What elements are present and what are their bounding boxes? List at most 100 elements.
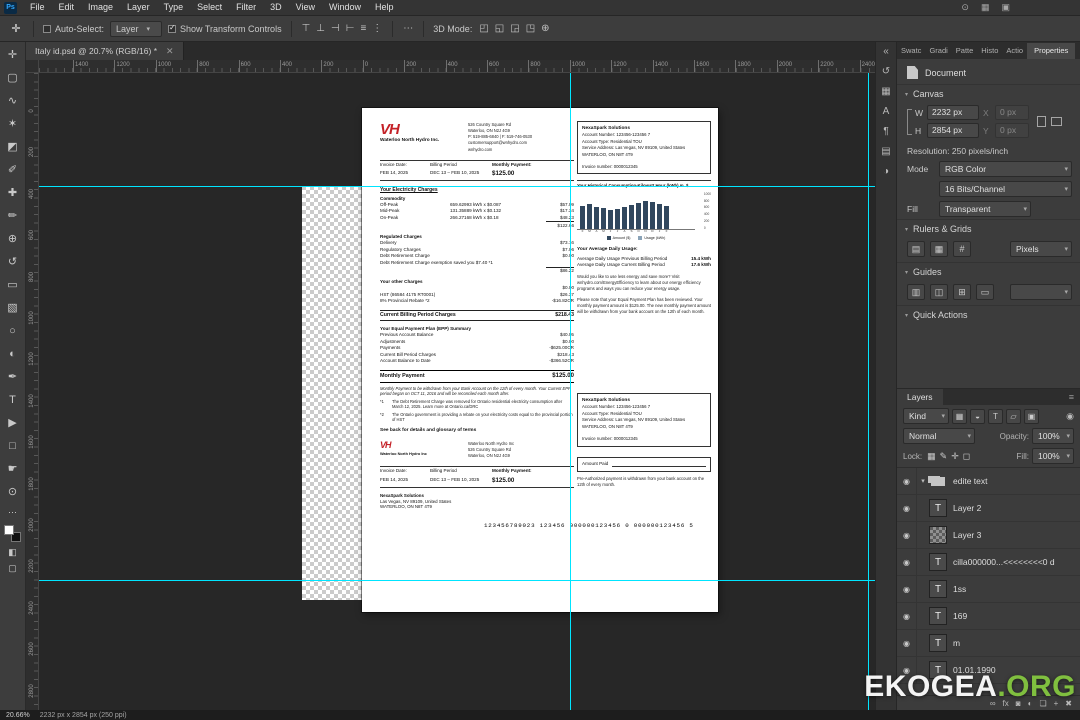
fill-dropdown[interactable]: 100% xyxy=(1032,448,1074,464)
align-icon[interactable]: ⊤ xyxy=(301,23,312,34)
3d-mode-icon[interactable]: ◰ xyxy=(478,23,489,34)
checkbox-icon[interactable] xyxy=(43,24,51,33)
adjustment-layer-icon[interactable]: ◐ xyxy=(1028,699,1033,708)
ruler-icon[interactable]: ▤ xyxy=(907,241,925,257)
quick-selection-tool[interactable]: ✶ xyxy=(1,113,25,136)
canvas-fill-dropdown[interactable]: Transparent xyxy=(939,201,1031,217)
guide-vertical[interactable] xyxy=(868,73,869,710)
panel-tab[interactable]: Histo xyxy=(977,43,1002,59)
layer-visibility-toggle[interactable]: ◉ xyxy=(903,531,910,540)
history-brush-tool[interactable]: ↺ xyxy=(1,251,25,274)
layer-visibility-toggle[interactable]: ◉ xyxy=(903,666,910,675)
layer-thumbnail[interactable] xyxy=(929,661,947,679)
path-selection-tool[interactable]: ▶ xyxy=(1,412,25,435)
align-icon[interactable]: ⋮ xyxy=(371,23,383,34)
filter-pixel-layers-icon[interactable]: ▦ xyxy=(952,408,967,424)
menu-item[interactable]: 3D xyxy=(263,0,289,15)
layer-name[interactable]: m xyxy=(953,638,960,648)
lock-position-icon[interactable]: ✛ xyxy=(950,451,960,462)
3d-mode-icon[interactable]: ◳ xyxy=(525,23,536,34)
guide-horizontal[interactable] xyxy=(39,186,875,187)
landscape-orientation-button[interactable] xyxy=(1051,117,1062,126)
filter-toggle-icon[interactable]: ◉ xyxy=(1066,411,1074,422)
opacity-dropdown[interactable]: 100% xyxy=(1032,428,1074,444)
layer-group-icon[interactable]: ❏ xyxy=(1039,699,1046,708)
lock-guides-icon[interactable]: ◫ xyxy=(930,284,948,300)
rectangle-tool[interactable]: □ xyxy=(1,435,25,458)
gradient-tool[interactable]: ▧ xyxy=(1,297,25,320)
menu-item[interactable]: View xyxy=(289,0,322,15)
align-icon[interactable]: ⊢ xyxy=(345,23,356,34)
rulers-grids-section-header[interactable]: Rulers & Grids xyxy=(897,219,1080,238)
align-icon[interactable]: ⊥ xyxy=(315,23,326,34)
layer-name[interactable]: edite text xyxy=(953,476,988,486)
panel-menu-icon[interactable]: ≡ xyxy=(1069,389,1080,405)
menu-item[interactable]: Type xyxy=(157,0,191,15)
x-field[interactable]: 0 px xyxy=(995,105,1029,120)
swatches-panel-icon[interactable]: ▦ xyxy=(881,86,890,97)
layer-thumbnail[interactable] xyxy=(929,580,947,598)
hand-tool[interactable]: ☛ xyxy=(1,458,25,481)
auto-select-target-dropdown[interactable]: Layer xyxy=(110,20,163,37)
tab-layers[interactable]: Layers xyxy=(897,389,943,405)
guide-vertical[interactable] xyxy=(570,73,571,710)
libraries-panel-icon[interactable]: ▤ xyxy=(881,146,890,157)
screen-mode-button[interactable]: ▢ xyxy=(1,560,25,576)
spot-healing-brush-tool[interactable]: ✚ xyxy=(1,182,25,205)
move-tool-icon[interactable]: ✛ xyxy=(8,22,24,35)
ruler-origin-corner[interactable] xyxy=(26,60,39,73)
foreground-color-swatch[interactable] xyxy=(4,525,14,535)
invoice-document[interactable]: VH Waterloo North Hydro Inc. 526 Country… xyxy=(362,108,718,612)
lock-all-icon[interactable]: ◻ xyxy=(962,451,971,462)
layer-thumbnail[interactable] xyxy=(929,634,947,652)
layer-row[interactable]: ◉ Layer 2 xyxy=(897,495,1080,522)
clear-guides-icon[interactable]: ⊞ xyxy=(953,284,971,300)
panel-tab[interactable]: Patte xyxy=(952,43,978,59)
menu-item[interactable]: Image xyxy=(81,0,120,15)
workspace-icon[interactable]: ▦ xyxy=(981,2,990,13)
layer-visibility-toggle[interactable]: ◉ xyxy=(903,558,910,567)
guide-style-icon[interactable]: ▭ xyxy=(976,284,994,300)
search-icon[interactable]: ⊙ xyxy=(961,2,969,13)
layer-name[interactable]: 169 xyxy=(953,611,967,621)
layer-visibility-toggle[interactable]: ◉ xyxy=(903,504,910,513)
checkbox-icon[interactable] xyxy=(168,23,177,33)
y-field[interactable]: 0 px xyxy=(995,123,1029,138)
eraser-tool[interactable]: ▭ xyxy=(1,274,25,297)
zoom-level-field[interactable]: 20.66% xyxy=(6,712,30,719)
align-icon[interactable]: ≡ xyxy=(359,23,367,34)
layer-row[interactable]: ◉ 169 xyxy=(897,603,1080,630)
menu-item[interactable]: File xyxy=(23,0,52,15)
filter-smart-objects-icon[interactable]: ▣ xyxy=(1024,408,1039,424)
portrait-orientation-button[interactable] xyxy=(1037,116,1046,127)
move-tool[interactable]: ✛ xyxy=(1,44,25,67)
document-tab[interactable]: Italy id.psd @ 20.7% (RGB/16) * ✕ xyxy=(26,42,184,60)
canvas-section-header[interactable]: Canvas xyxy=(897,84,1080,103)
snap-icon[interactable]: # xyxy=(953,241,971,257)
pen-tool[interactable]: ✒ xyxy=(1,366,25,389)
new-guide-layout-icon[interactable]: ▥ xyxy=(907,284,925,300)
width-field[interactable]: 2232 px xyxy=(927,105,979,120)
align-icon[interactable]: ⊣ xyxy=(330,23,341,34)
pasteboard[interactable]: VH Waterloo North Hydro Inc. 526 Country… xyxy=(39,73,875,710)
filter-shape-layers-icon[interactable]: ▱ xyxy=(1006,408,1021,424)
new-layer-icon[interactable]: + xyxy=(1054,699,1059,708)
3d-mode-icon[interactable]: ◲ xyxy=(509,23,520,34)
layer-thumbnail[interactable] xyxy=(929,472,947,490)
horizontal-ruler[interactable]: 1400 1200 1000 800 600 400 200 0 200 400 600 800 100… xyxy=(39,60,875,73)
tab-properties[interactable]: Properties xyxy=(1027,43,1076,59)
guides-section-header[interactable]: Guides xyxy=(897,262,1080,281)
history-panel-icon[interactable]: ↺ xyxy=(882,66,890,77)
dodge-tool[interactable]: ◐ xyxy=(1,343,25,366)
delete-layer-icon[interactable]: ✖ xyxy=(1065,699,1072,708)
filter-type-layers-icon[interactable]: T xyxy=(988,408,1003,424)
layer-name[interactable]: 1ss xyxy=(953,584,966,594)
panel-tab[interactable]: Gradi xyxy=(925,43,951,59)
canvas-area[interactable]: 1400 1200 1000 800 600 400 200 0 200 400 600 800 100… xyxy=(26,60,875,710)
layer-visibility-toggle[interactable]: ◉ xyxy=(903,612,910,621)
character-panel-icon[interactable]: A xyxy=(883,106,890,117)
layer-thumbnail[interactable] xyxy=(929,499,947,517)
show-transform-checkbox[interactable]: Show Transform Controls xyxy=(168,23,282,34)
units-dropdown[interactable]: Pixels xyxy=(1010,241,1072,257)
link-layers-icon[interactable]: ∞ xyxy=(990,699,996,708)
